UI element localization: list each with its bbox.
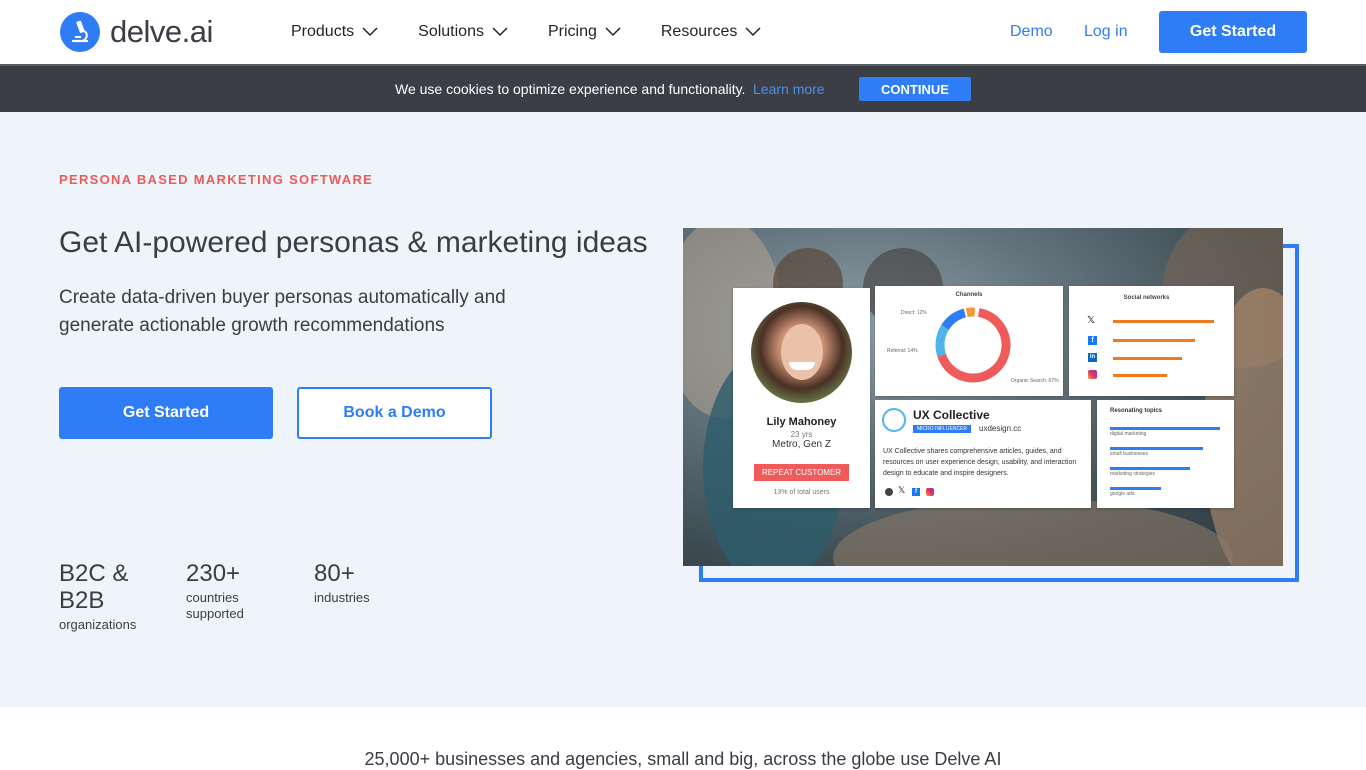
chevron-down-icon [745,27,761,37]
persona-share: 13% of total users [773,489,830,496]
instagram-icon [926,488,934,496]
channels-title: Channels [955,292,983,298]
hero-subtitle: Create data-driven buyer personas automa… [59,287,506,336]
hero-eyebrow: PERSONA BASED MARKETING SOFTWARE [59,172,374,187]
stat-label: industries [314,590,370,605]
cookie-continue-button[interactable]: CONTINUE [859,77,971,101]
topics-title: Resonating topics [1110,408,1163,414]
influencer-logo [882,408,906,432]
facebook-icon: f [912,488,920,496]
stat-label: countries supported [186,590,244,621]
topics-card: Resonating topics digital marketing smal… [1097,400,1234,508]
topic-label: google ads [1110,491,1135,497]
cookie-learn-more-link[interactable]: Learn more [753,81,825,97]
nav-products-label: Products [291,23,355,40]
microscope-icon [60,12,100,52]
hero-section: PERSONA BASED MARKETING SOFTWARE Get AI-… [0,112,1366,707]
social-bar-x [1113,320,1214,323]
persona-name: Lily Mahoney [766,416,837,428]
stat-label: organizations [59,617,137,632]
hero-image: Lily Mahoney 23 yrs Metro, Gen Z REPEAT … [683,228,1283,566]
channels-card: Channels Direct: 12% Referral: 14% Organ… [875,286,1063,396]
facebook-icon: f [1088,336,1097,345]
nav-solutions[interactable]: Solutions [418,23,508,41]
cookie-banner: We use cookies to optimize experience an… [0,64,1366,112]
avatar [751,302,852,403]
book-demo-button[interactable]: Book a Demo [297,387,492,439]
login-link[interactable]: Log in [1084,23,1128,41]
instagram-icon [1088,370,1097,379]
persona-badge: REPEAT CUSTOMER [754,464,849,481]
influencer-tag: MICRO INFLUENCER [913,425,972,433]
hero-title: Get AI-powered personas & marketing idea… [59,226,648,259]
x-icon: 𝕏 [898,485,906,495]
x-icon: 𝕏 [1087,315,1096,326]
topic-label: marketing strategies [1110,471,1156,477]
brand-name: delve.ai [110,14,213,49]
nav-products[interactable]: Products [291,23,378,41]
channels-direct-label: Direct: 12% [901,310,927,316]
trust-section: 25,000+ businesses and agencies, small a… [0,707,1366,769]
header-get-started-button[interactable]: Get Started [1159,11,1307,53]
persona-segment: Metro, Gen Z [772,439,831,450]
nav-pricing[interactable]: Pricing [548,23,621,41]
globe-icon [885,488,893,496]
chevron-down-icon [362,27,378,37]
social-bar-instagram [1113,374,1167,377]
hero-get-started-button[interactable]: Get Started [59,387,273,439]
topic-label: small businesses [1110,451,1149,457]
topic-bar [1110,447,1203,450]
brand-logo[interactable]: delve.ai [60,12,213,52]
channels-organic-label: Organic Search: 67% [1011,378,1059,384]
topic-bar [1110,427,1220,430]
nav-resources[interactable]: Resources [661,23,761,41]
influencer-description: UX Collective shares comprehensive artic… [883,448,1077,477]
stat-organizations: B2C & B2B organizations [59,560,149,633]
stat-countries: 230+ countries supported [186,560,266,622]
nav-pricing-label: Pricing [547,23,597,40]
main-nav: Products Solutions Pricing Resources [291,0,801,64]
stat-value: 230+ [186,560,241,587]
chevron-down-icon [605,27,621,37]
social-networks-card: Social networks 𝕏 f in [1069,286,1234,396]
influencer-site: uxdesign.cc [979,424,1022,433]
social-bar-linkedin [1113,357,1182,360]
linkedin-icon: in [1088,353,1097,362]
social-title: Social networks [1123,295,1170,301]
persona-card: Lily Mahoney 23 yrs Metro, Gen Z REPEAT … [733,288,870,508]
stat-value: 80+ [314,560,355,587]
stat-industries: 80+ industries [314,560,404,606]
cookie-text: We use cookies to optimize experience an… [395,81,746,97]
trust-text: 25,000+ businesses and agencies, small a… [364,749,1002,769]
social-bar-facebook [1113,339,1195,342]
nav-resources-label: Resources [660,23,738,40]
topic-bar [1110,467,1190,470]
stat-value: B2C & B2B [59,560,129,614]
channels-donut-chart [935,307,1011,383]
site-header: delve.ai Products Solutions Pricing Reso… [0,0,1366,64]
influencer-name: UX Collective [913,408,990,422]
topic-bar [1110,487,1161,490]
influencer-card: UX Collective MICRO INFLUENCER uxdesign.… [875,400,1091,508]
demo-link[interactable]: Demo [1010,23,1053,41]
nav-solutions-label: Solutions [418,23,484,40]
channels-referral-label: Referral: 14% [887,348,918,354]
persona-age: 23 yrs [790,430,813,439]
topic-label: digital marketing [1110,431,1147,437]
chevron-down-icon [492,27,508,37]
